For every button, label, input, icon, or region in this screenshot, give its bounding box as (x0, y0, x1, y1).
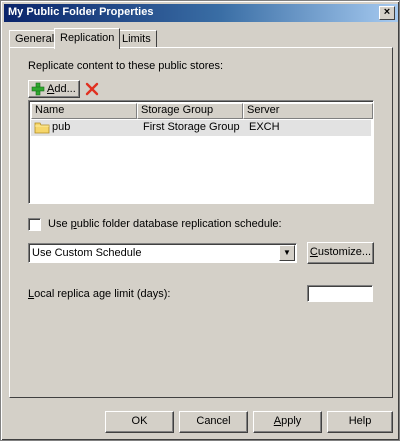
tab-replication[interactable]: Replication (54, 28, 121, 49)
schedule-select-value: Use Custom Schedule (32, 247, 142, 259)
table-row[interactable]: pub First Storage Group EXCH (31, 120, 371, 136)
delete-button[interactable] (85, 82, 99, 96)
delete-icon (85, 82, 99, 96)
tab-limits-label: Limits (122, 33, 151, 45)
tab-general[interactable]: General (9, 30, 61, 47)
row-name: pub (52, 121, 71, 133)
ok-button[interactable]: OK (105, 411, 174, 433)
window-title: My Public Folder Properties (8, 6, 154, 18)
properties-dialog: My Public Folder Properties × General Re… (0, 0, 400, 441)
replicate-intro-label: Replicate content to these public stores… (28, 60, 224, 72)
add-icon (31, 82, 45, 96)
row-server: EXCH (249, 121, 280, 133)
column-header-server[interactable]: Server (243, 103, 373, 119)
list-header: Name Storage Group Server (31, 103, 373, 119)
cancel-button[interactable]: Cancel (179, 411, 248, 433)
public-stores-list[interactable]: Name Storage Group Server pub First Stor… (28, 100, 374, 204)
customize-button-label: Customize... (309, 246, 372, 258)
close-icon: × (383, 6, 391, 18)
age-limit-input[interactable] (307, 285, 373, 302)
tab-replication-label: Replication (60, 32, 115, 44)
schedule-checkbox-label[interactable]: Use public folder database replication s… (48, 218, 282, 230)
tab-general-label: General (15, 33, 55, 45)
customize-button[interactable]: Customize... (307, 242, 374, 264)
replication-panel: Replicate content to these public stores… (9, 47, 393, 398)
schedule-checkbox[interactable] (28, 218, 41, 231)
folder-icon (34, 122, 50, 134)
column-header-storage-group[interactable]: Storage Group (137, 103, 243, 119)
age-limit-label: Local replica age limit (days): (28, 288, 171, 300)
close-button[interactable]: × (379, 6, 395, 20)
column-header-name[interactable]: Name (31, 103, 137, 119)
help-button[interactable]: Help (327, 411, 393, 433)
chevron-down-icon[interactable]: ▼ (279, 245, 295, 261)
schedule-select[interactable]: Use Custom Schedule ▼ (28, 243, 297, 263)
add-button[interactable]: Add... (28, 80, 80, 98)
tab-limits[interactable]: Limits (116, 30, 157, 47)
row-storage-group: First Storage Group (143, 121, 240, 133)
apply-button[interactable]: Apply (253, 411, 322, 433)
apply-button-label: Apply (273, 415, 302, 427)
add-button-label: Add... (47, 83, 76, 95)
title-bar[interactable]: My Public Folder Properties × (4, 4, 398, 22)
